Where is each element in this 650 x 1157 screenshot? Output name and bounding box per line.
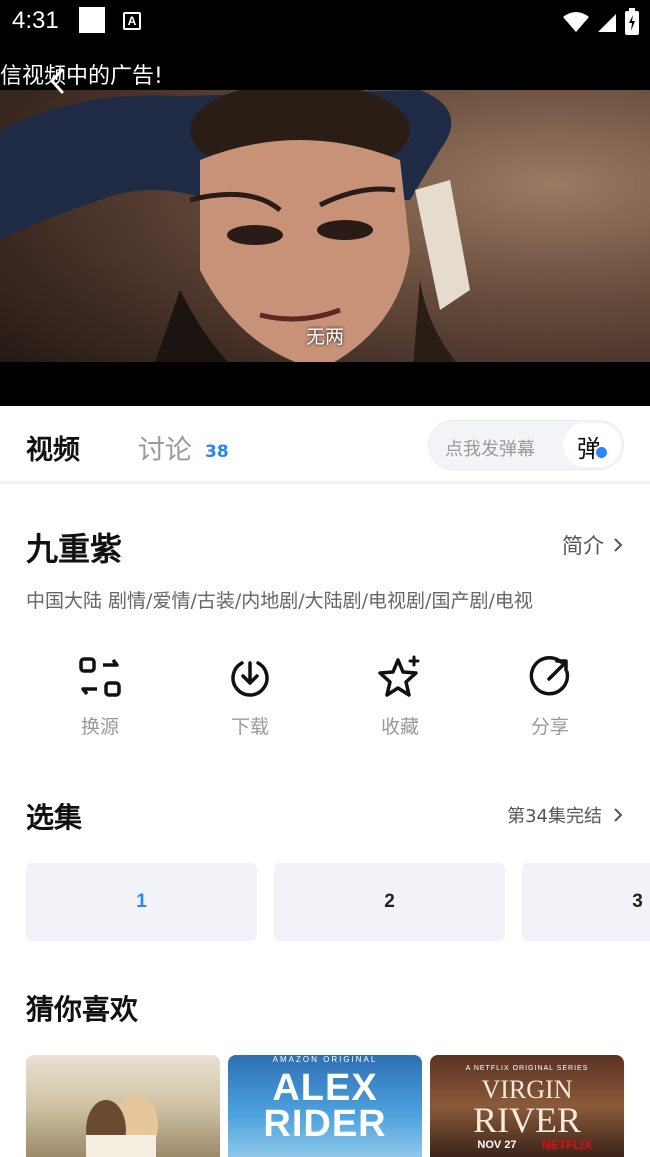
- episode-item[interactable]: 1: [26, 863, 257, 941]
- video-letterbox: [0, 362, 650, 406]
- chevron-right-icon: [614, 808, 623, 822]
- video-still-image: [0, 90, 500, 406]
- notification-square-icon: [79, 7, 105, 33]
- wifi-icon: [563, 12, 589, 32]
- recommend-card[interactable]: AMAZON ORIGINAL ALEX RIDER: [228, 1055, 422, 1157]
- ad-banner-text: 信视频中的广告!: [0, 64, 163, 89]
- episodes-title: 选集: [26, 801, 83, 834]
- intro-link[interactable]: 简介: [562, 530, 624, 560]
- discussion-count-badge: 38: [205, 442, 229, 462]
- episode-item[interactable]: 3: [522, 863, 650, 941]
- recommend-list: AMAZON ORIGINAL ALEX RIDER A NETFLIX ORI…: [26, 1055, 650, 1157]
- poster-title-line2: RIDER: [263, 1103, 387, 1145]
- poster-title-line2: RIVER: [473, 1100, 581, 1140]
- video-subtitle: 无两: [305, 326, 344, 348]
- favorite-label: 收藏: [380, 716, 419, 738]
- tab-discussion[interactable]: 讨论: [138, 428, 192, 467]
- favorite-button[interactable]: 收藏: [325, 654, 475, 754]
- status-time: 4:31: [12, 7, 59, 34]
- share-button[interactable]: 分享: [475, 654, 625, 754]
- video-frame: [0, 90, 650, 406]
- poster-image: [86, 1095, 158, 1157]
- check-icon: [594, 445, 609, 460]
- show-title: 九重紫: [26, 530, 123, 568]
- recommend-card[interactable]: [26, 1055, 220, 1157]
- tab-video[interactable]: 视频: [26, 428, 80, 467]
- download-button[interactable]: 下载: [175, 654, 325, 754]
- share-icon: [529, 656, 570, 696]
- a-icon: A: [123, 12, 141, 30]
- danmu-toggle-button[interactable]: 弹: [563, 423, 621, 467]
- episode-list: 1 2 3: [26, 863, 650, 941]
- switch-source-button[interactable]: 换源: [25, 654, 175, 754]
- recommend-card[interactable]: A NETFLIX ORIGINAL SERIES VIRGIN RIVER N…: [430, 1055, 624, 1157]
- danmu-placeholder: 点我发弹幕: [445, 439, 535, 460]
- poster-brand: NETFLIX: [542, 1138, 592, 1152]
- back-arrow-icon[interactable]: [46, 66, 68, 96]
- status-right-icons: [562, 8, 640, 36]
- switch-source-icon: [79, 657, 121, 697]
- share-label: 分享: [530, 716, 569, 738]
- recommend-title: 猜你喜欢: [26, 993, 139, 1026]
- battery-icon: [625, 8, 639, 35]
- poster-top-text: AMAZON ORIGINAL: [272, 1055, 378, 1064]
- danmu-input[interactable]: 点我发弹幕 弹: [428, 420, 624, 470]
- action-bar: 换源 下载 收藏 分享: [25, 654, 625, 754]
- poster-top-text: A NETFLIX ORIGINAL SERIES: [465, 1065, 589, 1072]
- star-icon: [378, 655, 420, 697]
- content-tabs: 视频 讨论 38 点我发弹幕 弹: [0, 406, 650, 484]
- episodes-status-link[interactable]: 第34集完结: [507, 802, 624, 828]
- episodes-status: 第34集完结: [507, 806, 602, 827]
- intro-label: 简介: [562, 534, 604, 558]
- signal-icon: [598, 14, 616, 32]
- switch-source-label: 换源: [80, 716, 119, 738]
- video-player[interactable]: 信视频中的广告! 无两: [0, 46, 650, 406]
- chevron-right-icon: [614, 538, 623, 552]
- show-meta: 中国大陆 剧情/爱情/古装/内地剧/大陆剧/电视剧/国产剧/电视: [26, 590, 533, 612]
- download-label: 下载: [230, 716, 269, 738]
- status-bar: 4:31 A: [0, 0, 650, 46]
- download-icon: [231, 661, 269, 697]
- episode-item[interactable]: 2: [274, 863, 505, 941]
